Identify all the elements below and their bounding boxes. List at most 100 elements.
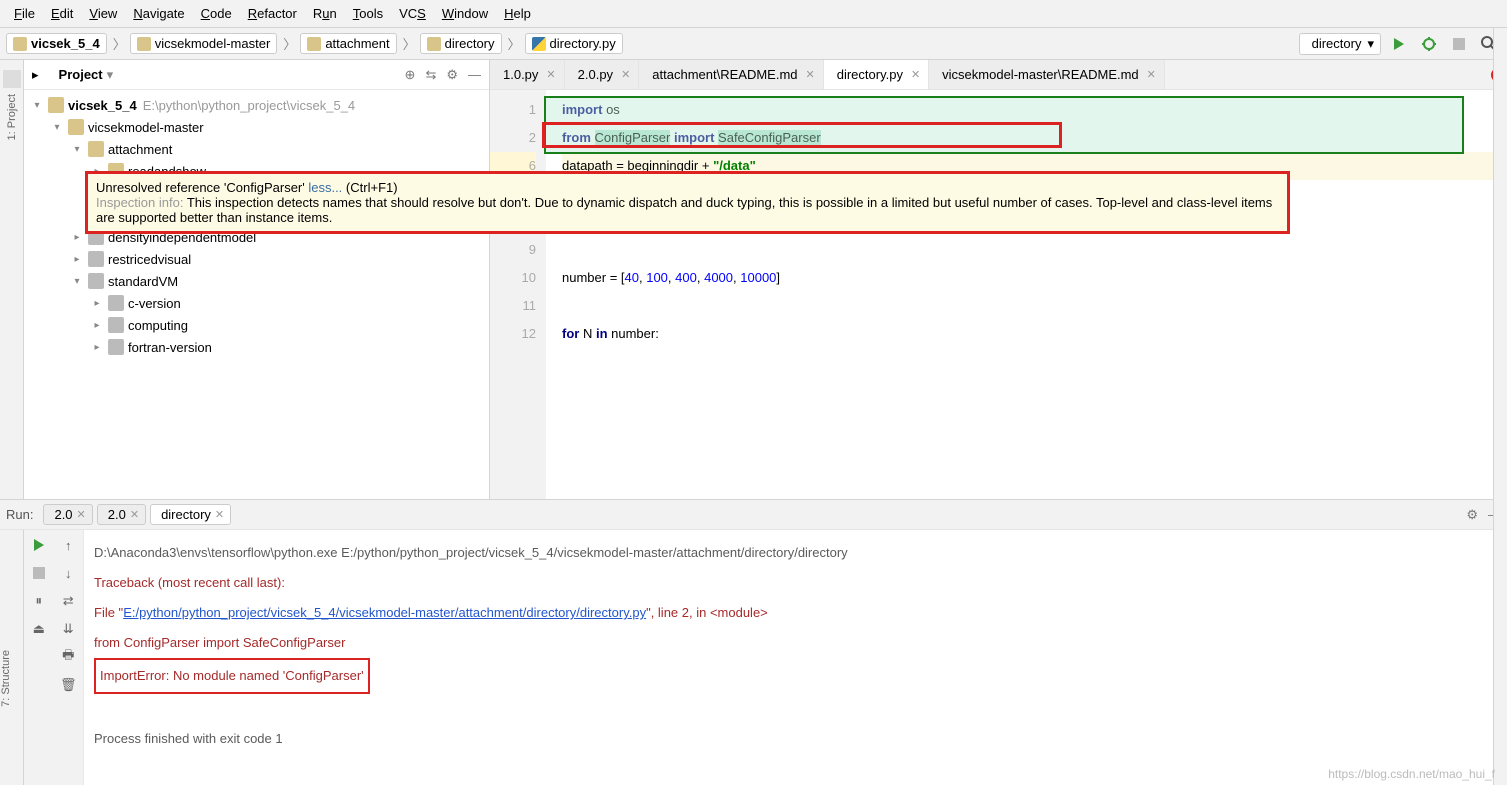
code-editor[interactable]: 12 678 9101112 import os from ConfigPars… [490,90,1507,499]
breadcrumb[interactable]: vicsekmodel-master [130,33,278,54]
inspection-tooltip: Unresolved reference 'ConfigParser' less… [85,171,1290,234]
folder-icon [88,141,104,157]
menu-help[interactable]: Help [496,3,539,24]
run-panel: Run: 2.0✕2.0✕directory✕ ⚙ — 7: Structure… [0,500,1507,785]
tooltip-less-link[interactable]: less... [308,180,342,195]
editor-panel: 1.0.py✕2.0.py✕attachment\README.md✕direc… [490,60,1507,499]
folder-icon [137,37,151,51]
project-tool-label[interactable]: 1: Project [6,94,18,140]
menu-code[interactable]: Code [193,3,240,24]
pause-button[interactable]: ⏸ [30,592,48,610]
close-icon[interactable]: ✕ [215,508,224,521]
debug-button[interactable] [1417,32,1441,56]
console-line: from ConfigParser import SafeConfigParse… [94,628,1497,658]
tab-label: directory.py [837,67,903,82]
menu-navigate[interactable]: Navigate [125,3,192,24]
close-icon[interactable]: ✕ [77,508,86,521]
right-tool-strip [1493,28,1507,785]
structure-tool-label[interactable]: 7: Structure [0,650,12,707]
tree-label: vicsekmodel-master [88,120,204,135]
project-tree[interactable]: ▾vicsek_5_4E:\python\python_project\vics… [24,90,489,499]
tab-label: attachment\README.md [652,67,797,82]
run-tab-label: 2.0 [108,507,126,522]
run-button[interactable] [1387,32,1411,56]
trash-icon[interactable]: 🗑 [59,676,77,694]
up-icon[interactable]: ↑ [59,536,77,554]
project-title: Project [59,67,103,82]
stop-button[interactable] [30,564,48,582]
close-icon[interactable]: ✕ [1147,68,1156,81]
menu-edit[interactable]: Edit [43,3,81,24]
breadcrumb[interactable]: directory [420,33,502,54]
editor-tab[interactable]: 1.0.py ✕ [490,60,565,89]
menu-tools[interactable]: Tools [345,3,391,24]
file-link[interactable]: E:/python/python_project/vicsek_5_4/vics… [123,605,646,620]
tree-node[interactable]: ▾standardVM [24,270,489,292]
tree-label: fortran-version [128,340,212,355]
editor-tab[interactable]: directory.py ✕ [824,60,929,89]
project-tool-button[interactable] [3,70,21,88]
tree-node[interactable]: ▸fortran-version [24,336,489,358]
tree-node[interactable]: ▾vicsekmodel-master [24,116,489,138]
menu-vcs[interactable]: VCS [391,3,434,24]
print-icon[interactable]: 🖶 [59,648,77,666]
folder-icon [13,37,27,51]
folder-icon [427,37,441,51]
target-icon[interactable]: ⊕ [405,67,416,83]
tree-root[interactable]: ▾vicsek_5_4E:\python\python_project\vics… [24,94,489,116]
run-config-dropdown[interactable]: directory▾ [1299,33,1381,55]
menu-view[interactable]: View [81,3,125,24]
tree-label: computing [128,318,188,333]
down-icon[interactable]: ↓ [59,564,77,582]
exit-button[interactable]: ⏏ [30,620,48,638]
menu-refactor[interactable]: Refactor [240,3,305,24]
close-icon[interactable]: ✕ [621,68,630,81]
console-line: File "E:/python/python_project/vicsek_5_… [94,598,1497,628]
close-icon[interactable]: ✕ [806,68,815,81]
chevron-down-icon[interactable]: ▾ [107,67,114,83]
breadcrumb[interactable]: attachment [300,33,396,54]
close-icon[interactable]: ✕ [130,508,139,521]
chevron-down-icon: ▾ [1367,36,1374,52]
run-tab[interactable]: 2.0 ✕ [97,504,146,525]
menu-window[interactable]: Window [434,3,496,24]
menu-file[interactable]: File [6,3,43,24]
tree-node[interactable]: ▸computing [24,314,489,336]
gear-icon[interactable]: ⚙ [446,67,458,83]
tab-label: 2.0.py [578,67,613,82]
close-icon[interactable]: ✕ [546,68,555,81]
tree-node[interactable]: ▸restricedvisual [24,248,489,270]
wrap-icon[interactable]: ⇄ [59,592,77,610]
tree-node[interactable]: ▸c-version [24,292,489,314]
editor-tab[interactable]: attachment\README.md ✕ [639,60,823,89]
project-dropdown-icon[interactable]: ▸ [32,67,39,83]
breadcrumb[interactable]: directory.py [525,33,623,54]
editor-tab[interactable]: vicsekmodel-master\README.md✕ [929,60,1165,89]
folder-g-icon [108,339,124,355]
close-icon[interactable]: ✕ [911,68,920,81]
run-tab[interactable]: 2.0✕ [43,504,92,525]
console-output[interactable]: D:\Anaconda3\envs\tensorflow\python.exe … [84,530,1507,785]
console-line: Process finished with exit code 1 [94,724,1497,754]
collapse-icon[interactable]: ⇆ [425,67,436,83]
hide-icon[interactable]: — [468,67,481,83]
run-tab-label: directory [161,507,211,522]
tree-node[interactable]: ▾attachment [24,138,489,160]
run-label: Run: [6,507,33,522]
breadcrumb[interactable]: vicsek_5_4 [6,33,107,54]
folder-icon [48,97,64,113]
menu-run[interactable]: Run [305,3,345,24]
code-content[interactable]: import os from ConfigParser import SafeC… [546,90,1507,499]
gear-icon[interactable]: ⚙ [1466,507,1478,523]
tab-label: 1.0.py [503,67,538,82]
tree-label: restricedvisual [108,252,191,267]
stop-button[interactable] [1447,32,1471,56]
run-toolbar: ⏸ ⏏ ↑ ↓ ⇄ ⇊ 🖶 🗑 [24,530,84,785]
folder-g-icon [108,317,124,333]
rerun-button[interactable] [30,536,48,554]
run-tab[interactable]: directory ✕ [150,504,231,525]
editor-tab[interactable]: 2.0.py ✕ [565,60,640,89]
console-line: D:\Anaconda3\envs\tensorflow\python.exe … [94,538,1497,568]
menu-bar: File Edit View Navigate Code Refactor Ru… [0,0,1507,28]
scroll-icon[interactable]: ⇊ [59,620,77,638]
